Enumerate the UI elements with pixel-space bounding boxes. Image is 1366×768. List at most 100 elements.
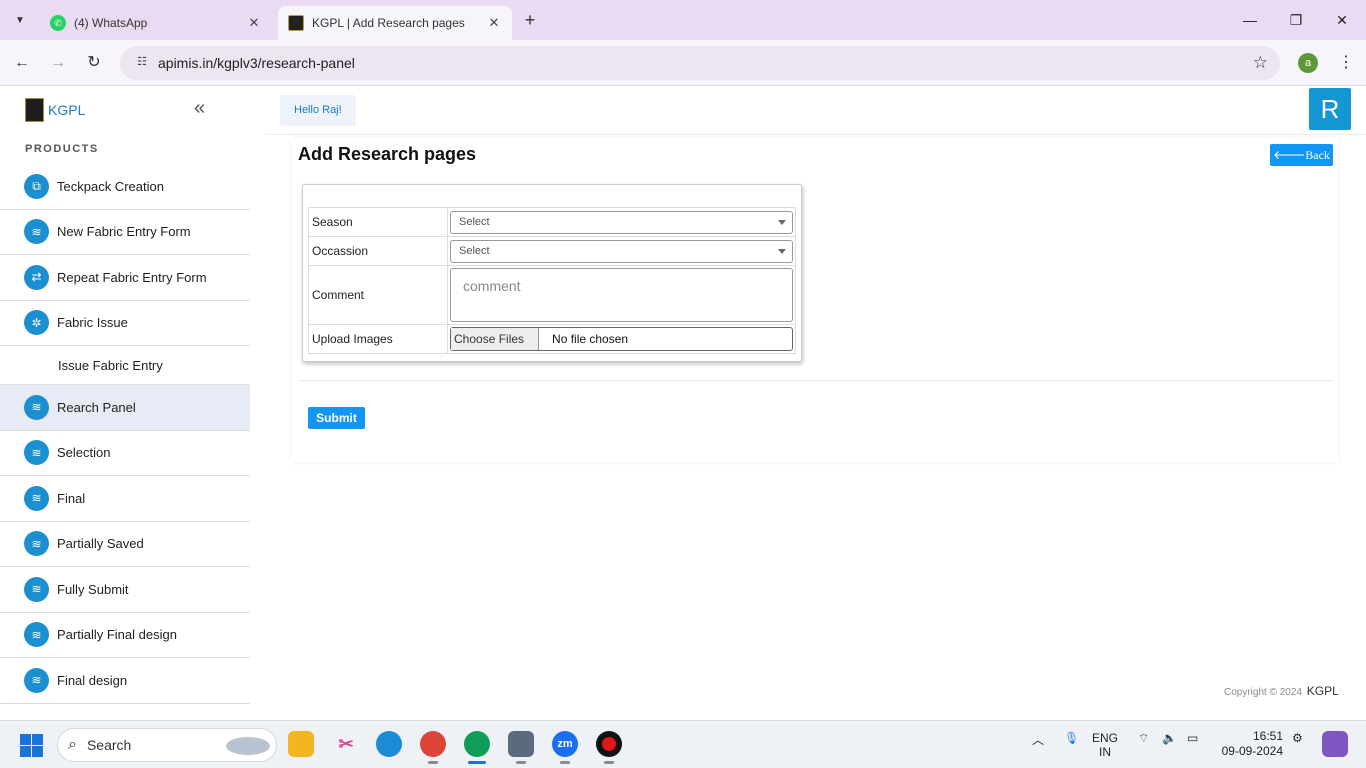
- reload-icon[interactable]: ↻: [83, 52, 105, 74]
- back-button-label: Back: [1305, 148, 1330, 162]
- sidebar-item-label: Selection: [57, 445, 111, 461]
- language-code: ENG: [1092, 731, 1119, 745]
- fabric-icon: ≋: [24, 667, 49, 693]
- bookmark-star-icon[interactable]: ☆: [1253, 53, 1268, 73]
- tab-kgpl[interactable]: KGPL | Add Research pages ✕: [278, 6, 512, 40]
- upload-cell: Choose Files No file chosen: [447, 324, 796, 354]
- sidebar-item-fully-submit[interactable]: ≋ Fully Submit: [0, 567, 250, 613]
- sidebar-item-label: Rearch Panel: [57, 399, 136, 415]
- back-arrow-icon: 🡐: [1273, 148, 1306, 162]
- fabric-icon: ≋: [24, 531, 49, 557]
- battery-icon[interactable]: ▭: [1187, 731, 1198, 745]
- url-text: apimis.in/kgplv3/research-panel: [158, 55, 355, 71]
- sidebar-item-label: Final design: [57, 672, 128, 688]
- volume-icon[interactable]: 🔈: [1162, 731, 1177, 745]
- tab-whatsapp[interactable]: ✆ (4) WhatsApp ✕: [40, 6, 272, 40]
- choose-files-button[interactable]: Choose Files: [451, 328, 540, 350]
- tray-chevron-icon[interactable]: ︿: [1032, 731, 1044, 748]
- sidebar-item-final-design[interactable]: ≋ Final design: [0, 658, 250, 704]
- sidebar-item-rearch-panel[interactable]: ≋ Rearch Panel: [0, 385, 250, 431]
- profile-avatar[interactable]: a: [1298, 53, 1318, 73]
- fabric-issue-icon: ✲: [24, 310, 49, 336]
- sidebar-item-teckpack-creation[interactable]: ⧉ Teckpack Creation: [0, 164, 250, 210]
- form-row-season: Season Select: [308, 207, 796, 237]
- menu-kebab-icon[interactable]: ⋮: [1338, 52, 1354, 72]
- sidebar-item-repeat-fabric-entry-form[interactable]: ⇄ Repeat Fabric Entry Form: [0, 255, 250, 301]
- calculator-icon[interactable]: [508, 731, 534, 757]
- back-arrow-icon[interactable]: ←: [11, 52, 33, 74]
- page-title: Add Research pages: [298, 144, 477, 164]
- taskbar-search[interactable]: ⌕ Search: [57, 728, 277, 762]
- recorder-icon[interactable]: [596, 731, 622, 757]
- no-file-text: No file chosen: [552, 332, 629, 346]
- occasion-select[interactable]: Select: [450, 239, 793, 263]
- research-form-table: Season Select Occassion Select Comment c…: [308, 207, 796, 354]
- form-row-comment: Comment comment: [308, 265, 796, 325]
- windows-start-icon[interactable]: [20, 734, 43, 757]
- zoom-icon[interactable]: zm: [552, 731, 578, 757]
- sidebar-item-label: Repeat Fabric Entry Form: [57, 269, 207, 285]
- techpack-icon: ⧉: [24, 173, 49, 199]
- system-clock[interactable]: 16:51 09-09-2024: [1220, 729, 1283, 759]
- occasion-cell: Select: [447, 236, 796, 266]
- site-info-icon[interactable]: ☷: [134, 55, 150, 71]
- address-bar[interactable]: ☷ apimis.in/kgplv3/research-panel ☆: [120, 46, 1280, 80]
- fabric-icon: ≋: [24, 219, 49, 245]
- chrome-profile-icon[interactable]: [420, 731, 446, 757]
- minimize-icon[interactable]: —: [1240, 10, 1260, 30]
- collapse-sidebar-icon[interactable]: «: [194, 97, 205, 120]
- sidebar-item-selection[interactable]: ≋ Selection: [0, 431, 250, 476]
- dropdown-caret-icon: [778, 219, 786, 225]
- sidebar-item-label: New Fabric Entry Form: [57, 224, 191, 240]
- chrome-icon[interactable]: [464, 731, 490, 757]
- file-input[interactable]: Choose Files No file chosen: [450, 327, 793, 351]
- sidebar-item-issue-fabric-entry[interactable]: Issue Fabric Entry: [0, 346, 250, 385]
- snipping-tool-icon[interactable]: ✂: [333, 731, 359, 757]
- sidebar-item-partially-saved[interactable]: ≋ Partially Saved: [0, 522, 250, 567]
- season-select[interactable]: Select: [450, 210, 793, 234]
- dropdown-caret-icon: [778, 248, 786, 254]
- app-running-indicator: [604, 761, 614, 764]
- comment-textarea[interactable]: comment: [450, 268, 793, 322]
- fabric-icon: ≋: [24, 576, 49, 602]
- sidebar-item-new-fabric-entry-form[interactable]: ≋ New Fabric Entry Form: [0, 210, 250, 255]
- back-button[interactable]: 🡐Back: [1270, 144, 1333, 166]
- copilot-icon[interactable]: [1322, 731, 1348, 757]
- sidebar-item-partially-final-design[interactable]: ≋ Partially Final design: [0, 613, 250, 658]
- language-indicator[interactable]: ENG IN: [1092, 731, 1118, 759]
- sidebar-item-label: Fully Submit: [57, 581, 129, 597]
- sidebar: KGPL « PRODUCTS ⧉ Teckpack Creation ≋ New F…: [0, 87, 250, 720]
- edge-icon[interactable]: [376, 731, 402, 757]
- forward-arrow-icon[interactable]: →: [47, 52, 69, 74]
- taskbar-search-placeholder: Search: [86, 737, 132, 753]
- fabric-icon: ≋: [24, 440, 49, 466]
- restore-icon[interactable]: ❐: [1286, 10, 1306, 30]
- divider: [298, 380, 1332, 381]
- wifi-icon[interactable]: ⌔: [1138, 731, 1149, 746]
- browser-tab-strip: ▼ ✆ (4) WhatsApp ✕ KGPL | Add Research p…: [0, 0, 1366, 40]
- new-tab-icon[interactable]: +: [520, 10, 540, 30]
- footer: Copyright © 2024 KGPL: [1224, 684, 1339, 698]
- sidebar-item-label: Partially Saved: [57, 536, 144, 552]
- sidebar-menu: ⧉ Teckpack Creation ≋ New Fabric Entry Form…: [0, 164, 250, 704]
- notification-icon[interactable]: ⚙: [1292, 731, 1303, 745]
- tab-search-chevron-icon[interactable]: ▼: [8, 8, 32, 32]
- submit-button[interactable]: Submit: [308, 407, 365, 429]
- clock-time: 16:51: [1252, 729, 1283, 743]
- file-explorer-icon[interactable]: [288, 731, 314, 757]
- research-form-card: Season Select Occassion Select Comment c…: [302, 184, 802, 362]
- tab-title: (4) WhatsApp: [74, 16, 148, 30]
- microphone-icon[interactable]: 🎙: [1064, 731, 1079, 745]
- sidebar-item-fabric-issue[interactable]: ✲ Fabric Issue: [0, 301, 250, 346]
- search-highlight-icon: [226, 737, 270, 755]
- window-close-icon[interactable]: ✕: [1332, 10, 1352, 30]
- close-icon[interactable]: ✕: [486, 15, 502, 31]
- section-label: PRODUCTS: [25, 143, 99, 155]
- user-avatar[interactable]: R: [1309, 88, 1351, 130]
- browser-toolbar: ← → ↻ ☷ apimis.in/kgplv3/research-panel …: [0, 40, 1366, 86]
- sidebar-item-label: Final: [57, 490, 86, 506]
- close-icon[interactable]: ✕: [246, 15, 262, 31]
- sidebar-item-label: Partially Final design: [57, 627, 177, 643]
- sidebar-item-final[interactable]: ≋ Final: [0, 476, 250, 522]
- brand[interactable]: KGPL: [25, 98, 85, 122]
